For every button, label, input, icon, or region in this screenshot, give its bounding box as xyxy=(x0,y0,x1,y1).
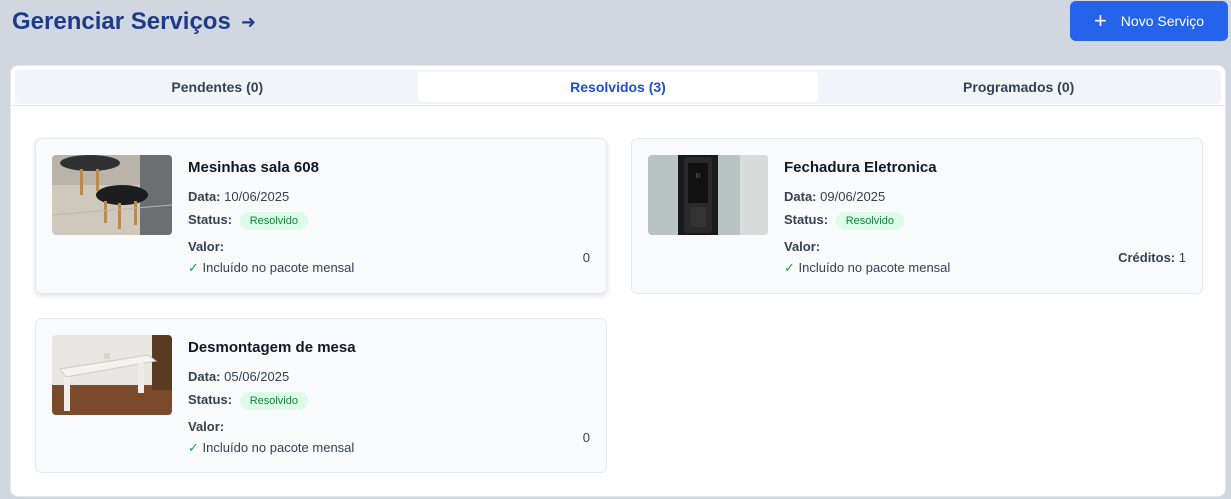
service-value: Valor: xyxy=(784,239,820,254)
new-service-label: Novo Serviço xyxy=(1120,13,1205,29)
service-included: ✓ Incluído no pacote mensal xyxy=(784,260,950,276)
value-label: Valor: xyxy=(784,239,821,254)
tab-pendentes[interactable]: Pendentes (0) xyxy=(17,72,418,102)
service-included: ✓ Incluído no pacote mensal xyxy=(188,440,354,456)
tab-resolvidos[interactable]: Resolvidos (3) xyxy=(417,72,819,102)
service-included: ✓ Incluído no pacote mensal xyxy=(188,260,354,276)
service-value: Valor: xyxy=(188,419,224,434)
page-header: Gerenciar Serviços ➜ + Novo Serviço xyxy=(0,0,1231,46)
service-title: Fechadura Eletronica xyxy=(784,159,937,176)
service-credits: Créditos: 1 xyxy=(1118,250,1186,265)
service-title: Desmontagem de mesa xyxy=(188,339,356,356)
status-label: Status: xyxy=(188,212,233,227)
included-text: Incluído no pacote mensal xyxy=(202,260,355,275)
service-date: Data: 09/06/2025 xyxy=(784,189,885,204)
check-icon: ✓ xyxy=(188,440,199,455)
service-card[interactable]: Mesinhas sala 608 Data: 10/06/2025 Statu… xyxy=(35,138,607,294)
credits-label: Créditos: xyxy=(1118,250,1176,265)
service-photo xyxy=(52,155,172,235)
included-text: Incluído no pacote mensal xyxy=(202,440,355,455)
date-value: 09/06/2025 xyxy=(820,189,886,204)
service-card[interactable]: ||| Fechadura Eletronica Data: 09/06/202… xyxy=(631,138,1203,294)
service-photo: ||| xyxy=(648,155,768,235)
service-amount: 0 xyxy=(582,430,590,445)
service-date: Data: 10/06/2025 xyxy=(188,189,289,204)
page-title-text: Gerenciar Serviços xyxy=(12,8,231,35)
status-badge: Resolvido xyxy=(239,392,308,410)
new-service-button[interactable]: + Novo Serviço xyxy=(1070,1,1228,41)
svg-text:|||: ||| xyxy=(696,173,700,179)
check-icon: ✓ xyxy=(784,260,795,275)
credits-value: 1 xyxy=(1178,250,1186,265)
date-value: 10/06/2025 xyxy=(224,189,290,204)
page-title: Gerenciar Serviços ➜ xyxy=(12,8,256,36)
included-text: Incluído no pacote mensal xyxy=(798,260,951,275)
date-label: Data: xyxy=(188,369,221,384)
date-label: Data: xyxy=(188,189,221,204)
value-label: Valor: xyxy=(188,239,225,254)
service-status: Status: Resolvido xyxy=(188,212,308,230)
date-label: Data: xyxy=(784,189,817,204)
service-status: Status: Resolvido xyxy=(784,212,904,230)
value-label: Valor: xyxy=(188,419,225,434)
services-panel: Pendentes (0) Resolvidos (3) Programados… xyxy=(10,65,1226,497)
tabs-bar: Pendentes (0) Resolvidos (3) Programados… xyxy=(15,70,1221,104)
date-value: 05/06/2025 xyxy=(224,369,290,384)
plus-icon: + xyxy=(1093,8,1107,33)
service-title: Mesinhas sala 608 xyxy=(188,159,319,176)
tab-programados[interactable]: Programados (0) xyxy=(818,72,1219,102)
check-icon: ✓ xyxy=(188,260,199,275)
service-photo xyxy=(52,335,172,415)
status-label: Status: xyxy=(784,212,829,227)
service-date: Data: 05/06/2025 xyxy=(188,369,289,384)
arrow-right-icon[interactable]: ➜ xyxy=(241,12,256,33)
service-status: Status: Resolvido xyxy=(188,392,308,410)
service-card[interactable]: Desmontagem de mesa Data: 05/06/2025 Sta… xyxy=(35,318,607,473)
status-badge: Resolvido xyxy=(835,212,904,230)
status-badge: Resolvido xyxy=(239,212,308,230)
service-value: Valor: xyxy=(188,239,224,254)
status-label: Status: xyxy=(188,392,233,407)
service-amount: 0 xyxy=(582,250,590,265)
tabs-divider xyxy=(11,105,1225,106)
